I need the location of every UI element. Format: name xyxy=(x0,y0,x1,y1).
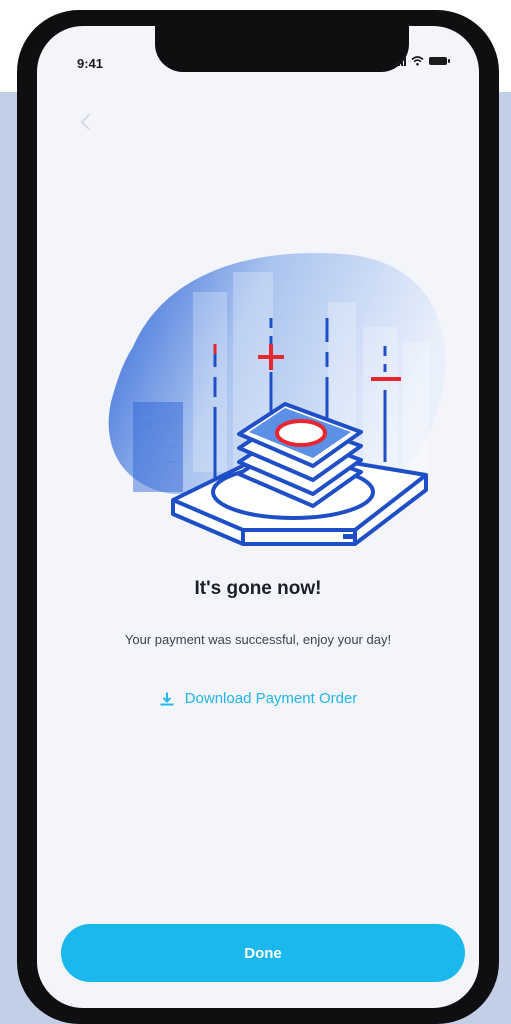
back-chevron-icon[interactable] xyxy=(80,113,98,131)
done-button[interactable]: Done xyxy=(61,924,465,982)
notch xyxy=(155,26,409,72)
download-label: Download Payment Order xyxy=(184,690,358,707)
coin-icon xyxy=(275,419,327,447)
payment-success-illustration xyxy=(108,253,446,546)
signal-icon xyxy=(395,56,406,66)
status-icons xyxy=(395,56,450,66)
battery-icon xyxy=(429,57,450,65)
wifi-icon xyxy=(411,56,424,66)
phone-frame: 9:41 It's gone now! Your payment was suc… xyxy=(17,10,499,1024)
status-time: 9:41 xyxy=(77,56,104,71)
success-title: It's gone now! xyxy=(194,578,322,599)
success-subtitle: Your payment was successful, enjoy your … xyxy=(124,632,392,647)
download-payment-order-link[interactable]: Download Payment Order xyxy=(37,690,479,707)
download-icon xyxy=(160,692,174,705)
screen: 9:41 It's gone now! Your payment was suc… xyxy=(37,26,479,1008)
